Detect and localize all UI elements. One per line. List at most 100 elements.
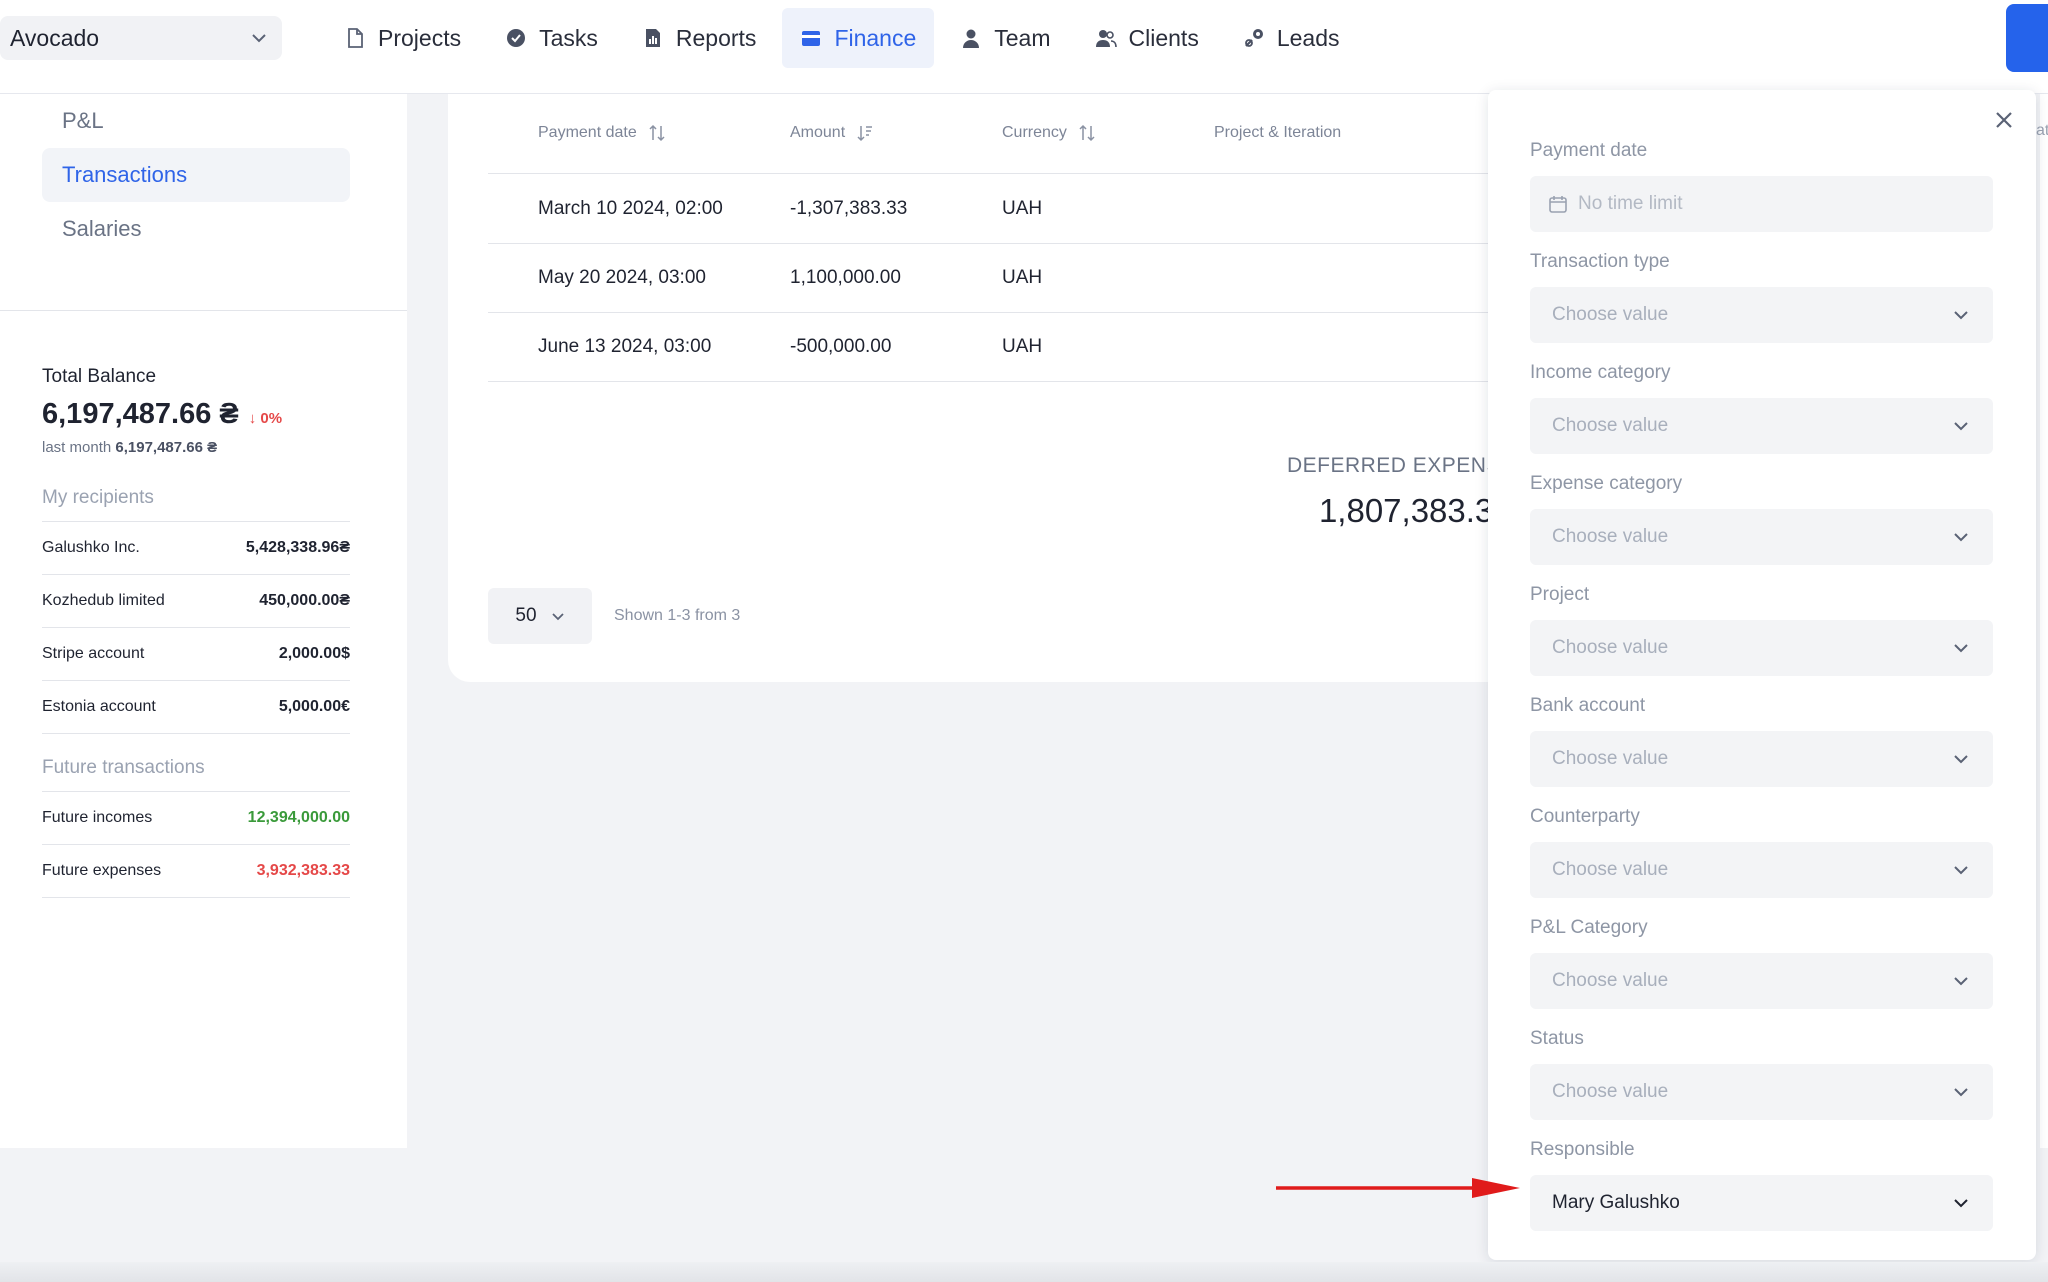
- cell-amount: -1,307,383.33: [790, 198, 908, 219]
- chevron-down-icon: [1954, 755, 1968, 764]
- th-label: Amount: [790, 124, 846, 141]
- nav-reports[interactable]: Reports: [624, 8, 775, 68]
- leads-icon: [1244, 29, 1263, 47]
- table-row[interactable]: March 10 2024, 02:00 -1,307,383.33 UAH: [488, 175, 1548, 244]
- recipient-value: 5,428,338.96₴: [245, 539, 350, 556]
- chevron-down-icon: [1954, 1199, 1968, 1208]
- filter-label: Responsible: [1530, 1139, 1635, 1160]
- filter-payment-date: Payment date No time limit: [1530, 134, 1993, 245]
- future-row[interactable]: Future incomes 12,394,000.00: [42, 792, 350, 845]
- nav-label: Projects: [378, 24, 462, 51]
- bank-account-select[interactable]: Choose value: [1530, 731, 1993, 787]
- report-icon: [645, 29, 660, 47]
- future-value: 12,394,000.00: [247, 809, 350, 826]
- chevron-down-icon: [252, 34, 266, 43]
- primary-action-button[interactable]: [2006, 4, 2048, 72]
- income-category-select[interactable]: Choose value: [1530, 398, 1993, 454]
- future-name: Future incomes: [42, 809, 153, 826]
- th-currency[interactable]: Currency: [1002, 124, 1095, 142]
- recipient-row[interactable]: Stripe account 2,000.00$: [42, 628, 350, 681]
- pnl-category-select[interactable]: Choose value: [1530, 953, 1993, 1009]
- close-icon[interactable]: [1990, 106, 2018, 134]
- filter-status: Status Choose value: [1530, 1022, 1993, 1133]
- balance-title: Total Balance: [42, 366, 157, 387]
- future-name: Future expenses: [42, 862, 162, 879]
- nav-clients[interactable]: Clients: [1077, 8, 1217, 68]
- pagination: 50 Shown 1-3 from 3: [488, 588, 740, 644]
- nav-projects[interactable]: Projects: [326, 8, 479, 68]
- recipient-row[interactable]: Estonia account 5,000.00€: [42, 681, 350, 734]
- th-amount[interactable]: Amount: [790, 124, 873, 142]
- sort-icon: [649, 124, 665, 142]
- recipient-value: 450,000.00₴: [259, 592, 350, 609]
- expense-category-select[interactable]: Choose value: [1530, 509, 1993, 565]
- filter-label: Bank account: [1530, 695, 1646, 716]
- page-size-value: 50: [515, 605, 537, 626]
- company-select[interactable]: Avocado: [0, 16, 282, 60]
- filter-label: Expense category: [1530, 473, 1683, 494]
- bottom-shade: [0, 1262, 2048, 1282]
- th-label: Currency: [1002, 124, 1067, 141]
- filter-expense-category: Expense category Choose value: [1530, 467, 1993, 578]
- responsible-select[interactable]: Mary Galushko: [1530, 1175, 1993, 1231]
- transaction-type-select[interactable]: Choose value: [1530, 287, 1993, 343]
- nav-tasks[interactable]: Tasks: [487, 8, 616, 68]
- date-range-input[interactable]: No time limit: [1530, 176, 1993, 232]
- status-select[interactable]: Choose value: [1530, 1064, 1993, 1120]
- transactions-card: Payment date Amount Currency Project & I…: [448, 94, 1548, 682]
- future-row[interactable]: Future expenses 3,932,383.33: [42, 845, 350, 898]
- filter-pnl-category: P&L Category Choose value: [1530, 911, 1993, 1022]
- page-size-select[interactable]: 50: [488, 588, 592, 644]
- chevron-down-icon: [1954, 977, 1968, 986]
- future-title: Future transactions: [42, 744, 350, 792]
- table-row[interactable]: June 13 2024, 03:00 -500,000.00 UAH: [488, 313, 1548, 382]
- subnav-salaries[interactable]: Salaries: [42, 202, 350, 256]
- recipient-value: 2,000.00$: [278, 645, 350, 662]
- nav-label: Tasks: [539, 24, 598, 51]
- recipient-row[interactable]: Galushko Inc. 5,428,338.96₴: [42, 522, 350, 575]
- last-month: last month 6,197,487.66 ₴: [42, 439, 350, 456]
- balance-panel: Total Balance 6,197,487.66 ₴ ↓ 0% last m…: [42, 366, 350, 898]
- chevron-down-icon: [1954, 533, 1968, 542]
- chevron-down-icon: [1954, 644, 1968, 653]
- nav-label: Reports: [675, 24, 757, 51]
- chevron-down-icon: [1954, 311, 1968, 320]
- last-month-label: last month: [42, 439, 112, 456]
- select-value: Choose value: [1552, 1081, 1669, 1102]
- filter-label: P&L Category: [1530, 917, 1648, 938]
- select-value: Choose value: [1552, 304, 1669, 325]
- shown-count: Shown 1-3 from 3: [614, 607, 741, 624]
- subnav-pnl[interactable]: P&L: [42, 94, 350, 148]
- date-placeholder: No time limit: [1578, 193, 1683, 214]
- nav-leads[interactable]: Leads: [1225, 8, 1358, 68]
- table-row[interactable]: May 20 2024, 03:00 1,100,000.00 UAH: [488, 244, 1548, 313]
- balance-value: 6,197,487.66 ₴: [42, 398, 239, 430]
- select-value: Choose value: [1552, 748, 1669, 769]
- nav-finance[interactable]: Finance: [782, 8, 935, 68]
- table-header: Payment date Amount Currency Project & I…: [488, 94, 1548, 174]
- recipient-name: Galushko Inc.: [42, 539, 140, 556]
- recipient-row[interactable]: Kozhedub limited 450,000.00₴: [42, 575, 350, 628]
- arrow-down-icon: ↓: [248, 410, 257, 427]
- balance-value-row: 6,197,487.66 ₴ ↓ 0%: [42, 398, 350, 431]
- project-select[interactable]: Choose value: [1530, 620, 1993, 676]
- th-project[interactable]: Project & Iteration: [1214, 124, 1341, 142]
- select-value: Choose value: [1552, 637, 1669, 658]
- filter-bank-account: Bank account Choose value: [1530, 689, 1993, 800]
- filter-list: Payment date No time limit Transaction t…: [1530, 134, 1993, 1244]
- nav-team[interactable]: Team: [942, 8, 1068, 68]
- filter-label: Income category: [1530, 362, 1671, 383]
- subnav-transactions[interactable]: Transactions: [42, 148, 350, 202]
- counterparty-select[interactable]: Choose value: [1530, 842, 1993, 898]
- select-value: Mary Galushko: [1552, 1192, 1680, 1213]
- recipient-name: Estonia account: [42, 698, 156, 715]
- chevron-down-icon: [1954, 422, 1968, 431]
- recipient-name: Stripe account: [42, 645, 145, 662]
- sort-icon: [1079, 124, 1095, 142]
- th-payment-date[interactable]: Payment date: [538, 124, 665, 142]
- nav-label: Leads: [1276, 24, 1340, 51]
- cell-date: June 13 2024, 03:00: [538, 336, 712, 357]
- select-value: Choose value: [1552, 970, 1669, 991]
- th-label: Payment date: [538, 124, 637, 141]
- people-icon: [1095, 30, 1117, 48]
